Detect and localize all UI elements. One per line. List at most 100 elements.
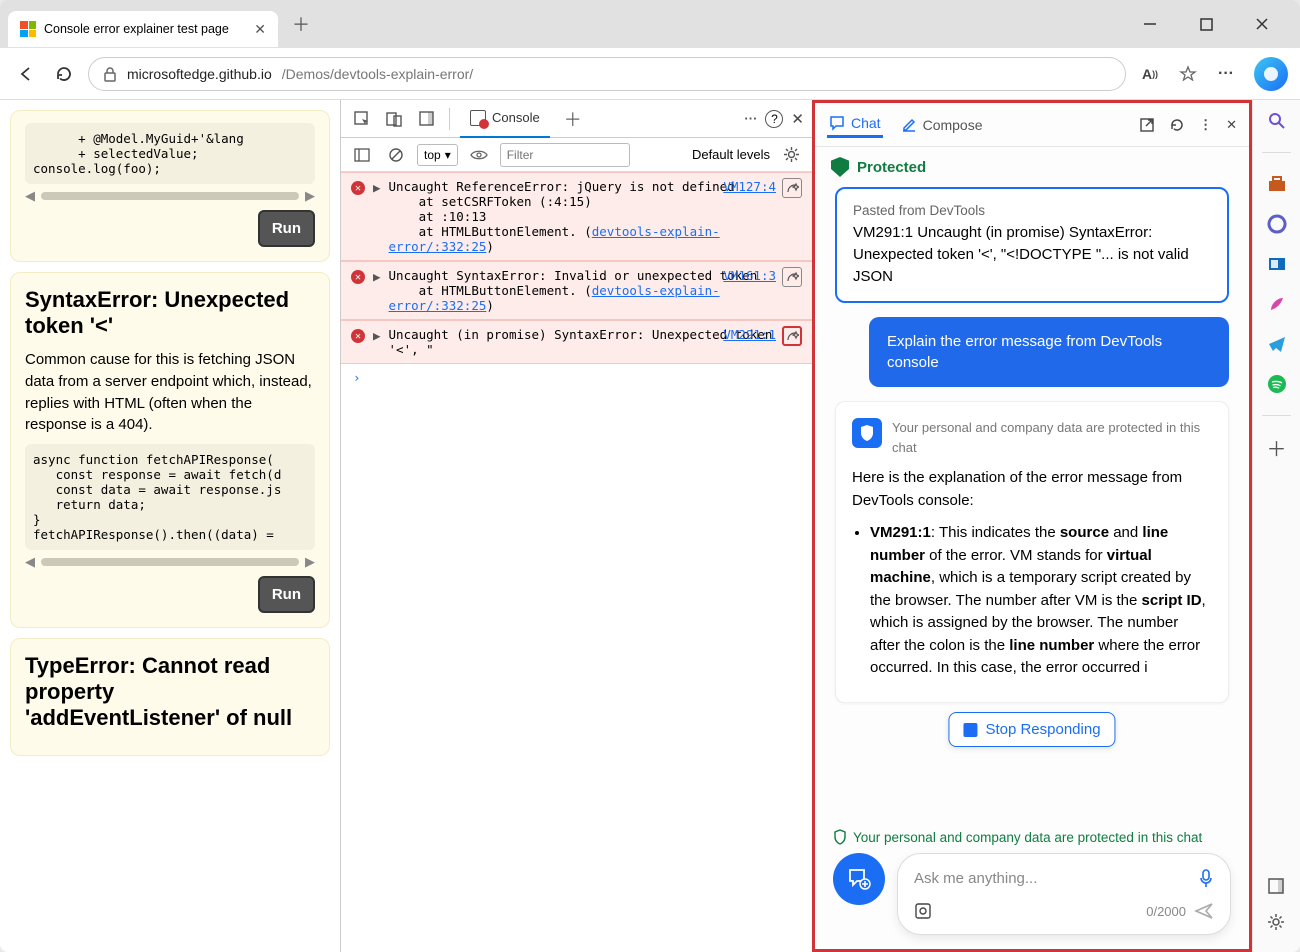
error-icon: ✕ — [351, 181, 365, 195]
user-message: Explain the error message from DevTools … — [869, 317, 1229, 387]
explain-with-ai-icon[interactable] — [782, 326, 802, 346]
search-icon[interactable] — [1266, 110, 1288, 132]
card-body: Common cause for this is fetching JSON d… — [25, 349, 315, 436]
refresh-icon[interactable] — [50, 60, 78, 88]
console-tab[interactable]: Console — [460, 100, 550, 138]
expand-icon[interactable]: ▶ — [373, 328, 381, 357]
type-error-card: TypeError: Cannot read property 'addEven… — [10, 638, 330, 756]
maximize-icon[interactable] — [1188, 9, 1224, 39]
ai-intro: Here is the explanation of the error mes… — [852, 467, 1212, 512]
pasted-from-devtools: Pasted from DevTools VM291:1 Uncaught (i… — [835, 187, 1229, 303]
expand-icon[interactable]: ▶ — [373, 180, 381, 254]
filter-input[interactable] — [500, 143, 630, 167]
more-icon[interactable]: ⋮ — [1199, 117, 1212, 133]
spotify-icon[interactable] — [1266, 373, 1288, 395]
error-icon: ✕ — [351, 270, 365, 284]
pasted-label: Pasted from DevTools — [853, 203, 1211, 218]
more-icon[interactable]: ··· — [1212, 60, 1240, 88]
content-area: + @Model.MyGuid+'&lang + selectedValue; … — [0, 100, 1300, 952]
settings-icon[interactable] — [778, 142, 804, 168]
expand-icon[interactable]: ▶ — [373, 269, 381, 313]
sidebar-toggle-icon[interactable] — [349, 142, 375, 168]
console-messages: ✕▶Uncaught ReferenceError: jQuery is not… — [341, 172, 812, 952]
protected-badge: Protected — [815, 147, 1249, 187]
m365-icon[interactable] — [1266, 213, 1288, 235]
explain-with-ai-icon[interactable] — [782, 178, 802, 198]
scrollbar-indicator: ◀▶ — [25, 188, 315, 204]
source-link[interactable]: VM291:1 — [723, 327, 776, 342]
sidebar-collapse-icon[interactable] — [1254, 868, 1298, 904]
back-icon[interactable] — [12, 60, 40, 88]
explain-with-ai-icon[interactable] — [782, 267, 802, 287]
outlook-icon[interactable] — [1266, 253, 1288, 275]
close-copilot-icon[interactable]: ✕ — [1226, 117, 1237, 133]
default-levels[interactable]: Default levels — [692, 147, 770, 162]
briefcase-icon[interactable] — [1266, 173, 1288, 195]
open-external-icon[interactable] — [1139, 117, 1155, 133]
dock-icon[interactable] — [413, 106, 439, 132]
microphone-icon[interactable] — [1198, 868, 1214, 888]
browser-tab[interactable]: Console error explainer test page ✕ — [8, 11, 278, 47]
source-link[interactable]: VM127:4 — [723, 179, 776, 194]
minimize-icon[interactable] — [1132, 9, 1168, 39]
compose-icon — [901, 117, 917, 133]
close-devtools-icon[interactable]: ✕ — [791, 110, 804, 128]
close-tab-icon[interactable]: ✕ — [254, 21, 266, 38]
address-bar[interactable]: microsoftedge.github.io/Demos/devtools-e… — [88, 57, 1126, 91]
new-topic-button[interactable] — [833, 853, 885, 905]
browser-toolbar: microsoftedge.github.io/Demos/devtools-e… — [0, 48, 1300, 100]
chat-tab[interactable]: Chat — [827, 111, 883, 138]
clear-console-icon[interactable] — [383, 142, 409, 168]
new-tab-button[interactable]: ＋ — [286, 9, 316, 39]
favorite-icon[interactable] — [1174, 60, 1202, 88]
copilot-toolbar-right: ⋮ ✕ — [1139, 117, 1237, 133]
scrollbar-indicator: ◀▶ — [25, 554, 315, 570]
source-link[interactable]: VM161:3 — [723, 268, 776, 283]
run-button[interactable]: Run — [258, 576, 315, 613]
devtools-tabbar: Console ＋ ··· ? ✕ — [341, 100, 812, 138]
context-selector[interactable]: top▾ — [417, 144, 458, 166]
card-title: SyntaxError: Unexpected token '<' — [25, 287, 315, 339]
image-search-icon[interactable] — [914, 902, 932, 920]
card-title: TypeError: Cannot read property 'addEven… — [25, 653, 315, 731]
run-button[interactable]: Run — [258, 210, 315, 247]
chat-input[interactable]: Ask me anything... 0/2000 — [897, 853, 1231, 935]
device-toggle-icon[interactable] — [381, 106, 407, 132]
copilot-button[interactable] — [1254, 57, 1288, 91]
shield-icon — [852, 418, 882, 448]
shield-icon — [833, 829, 847, 845]
add-sidebar-icon[interactable]: ＋ — [1266, 436, 1288, 458]
console-error[interactable]: ✕▶Uncaught SyntaxError: Invalid or unexp… — [341, 261, 812, 320]
live-expression-icon[interactable] — [466, 142, 492, 168]
console-error[interactable]: ✕▶Uncaught ReferenceError: jQuery is not… — [341, 172, 812, 261]
ai-response: Your personal and company data are prote… — [835, 401, 1229, 703]
settings-icon[interactable] — [1254, 904, 1298, 940]
edge-sidebar: ＋ — [1252, 100, 1300, 952]
help-icon[interactable]: ? — [765, 110, 783, 128]
close-window-icon[interactable] — [1244, 9, 1280, 39]
read-aloud-icon[interactable]: A)) — [1136, 60, 1164, 88]
more-icon[interactable]: ··· — [744, 111, 757, 126]
refresh-icon[interactable] — [1169, 117, 1185, 133]
shield-icon — [831, 157, 849, 177]
syntax-error-card: SyntaxError: Unexpected token '<' Common… — [10, 272, 330, 628]
console-prompt[interactable]: › — [341, 364, 812, 391]
add-tab-icon[interactable]: ＋ — [556, 106, 590, 132]
designer-icon[interactable] — [1266, 293, 1288, 315]
pasted-text: VM291:1 Uncaught (in promise) SyntaxErro… — [853, 222, 1211, 287]
browser-window: Console error explainer test page ✕ ＋ mi… — [0, 0, 1300, 952]
send-icon[interactable] — [1194, 901, 1214, 921]
input-placeholder: Ask me anything... — [914, 870, 1190, 887]
telegram-icon[interactable] — [1266, 333, 1288, 355]
stop-responding-button[interactable]: Stop Responding — [948, 712, 1115, 747]
protected-footer: Your personal and company data are prote… — [815, 821, 1249, 853]
console-error[interactable]: ✕▶Uncaught (in promise) SyntaxError: Une… — [341, 320, 812, 364]
error-icon: ✕ — [351, 329, 365, 343]
tab-title: Console error explainer test page — [44, 22, 246, 36]
console-icon — [470, 110, 486, 126]
ai-privacy-header: Your personal and company data are prote… — [852, 418, 1212, 457]
inspect-icon[interactable] — [349, 106, 375, 132]
devtools-panel: Console ＋ ··· ? ✕ top▾ Default levels ✕ ▶… — [340, 100, 812, 952]
copilot-sidebar: Chat Compose ⋮ ✕ Protected P — [812, 100, 1252, 952]
compose-tab[interactable]: Compose — [899, 113, 985, 137]
